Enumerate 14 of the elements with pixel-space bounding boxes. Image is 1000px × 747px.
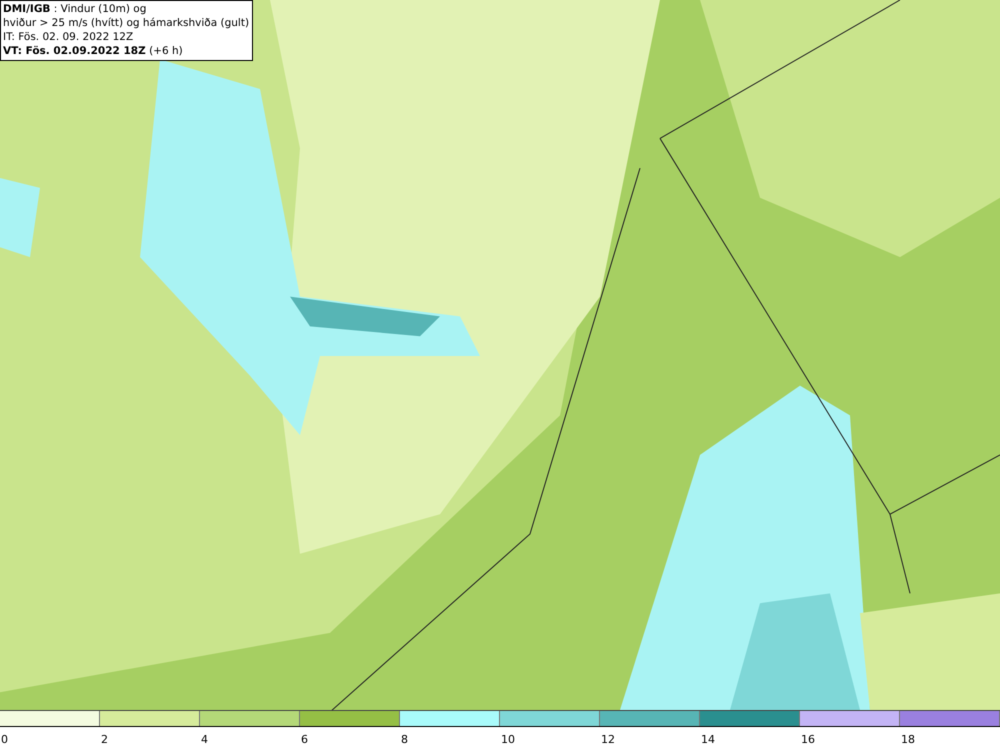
legend-text: DMI/IGB : Vindur (10m) og — [3, 2, 148, 16]
tick-label: 6 — [301, 733, 308, 746]
tick-label: 10 — [501, 733, 515, 746]
legend-text: hviður > 25 m/s (hvítt) og hámarkshviða (gult) — [3, 16, 250, 30]
tick-label: 4 — [201, 733, 208, 746]
tick-label: 16 — [801, 733, 815, 746]
legend-text: VT: Fös. 02.09.2022 18Z (+6 h) — [3, 44, 184, 58]
tick-label: 0 — [1, 733, 8, 746]
legend-text: IT: Fös. 02. 09. 2022 12Z — [3, 30, 134, 44]
tick-label: 18 — [901, 733, 915, 746]
tick-label: 2 — [101, 733, 108, 746]
tick-label: 8 — [401, 733, 408, 746]
tick-label: 12 — [601, 733, 615, 746]
tick-label: 14 — [701, 733, 715, 746]
